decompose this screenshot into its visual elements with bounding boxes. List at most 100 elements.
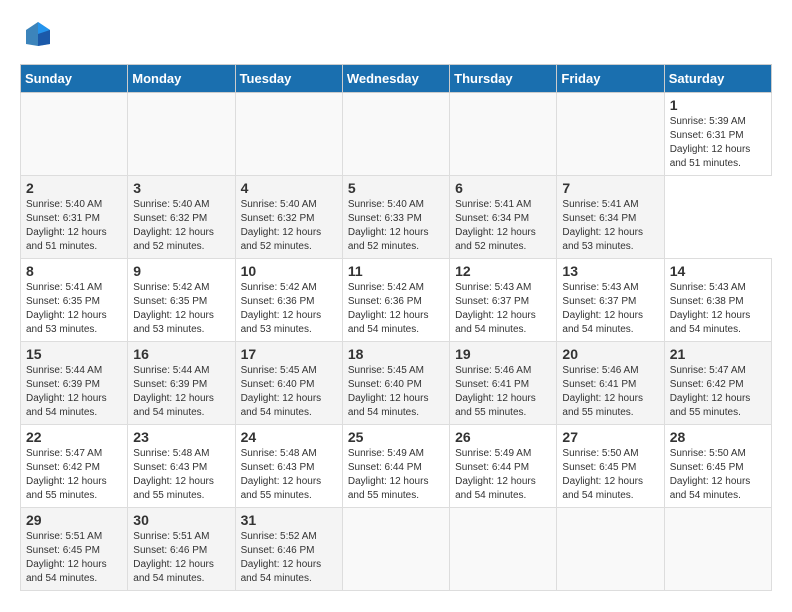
day-info: Sunrise: 5:40 AM Sunset: 6:32 PM Dayligh… bbox=[133, 198, 229, 254]
day-of-week-header: Saturday bbox=[664, 65, 771, 93]
calendar-day-empty bbox=[342, 508, 449, 591]
calendar-day-empty bbox=[235, 93, 342, 176]
day-number: 8 bbox=[26, 263, 122, 279]
day-info: Sunrise: 5:40 AM Sunset: 6:32 PM Dayligh… bbox=[241, 198, 337, 254]
day-info: Sunrise: 5:41 AM Sunset: 6:34 PM Dayligh… bbox=[562, 198, 658, 254]
calendar-day: 24Sunrise: 5:48 AM Sunset: 6:43 PM Dayli… bbox=[235, 425, 342, 508]
day-info: Sunrise: 5:49 AM Sunset: 6:44 PM Dayligh… bbox=[455, 447, 551, 503]
calendar-day: 1Sunrise: 5:39 AM Sunset: 6:31 PM Daylig… bbox=[664, 93, 771, 176]
day-of-week-header: Sunday bbox=[21, 65, 128, 93]
calendar-day-empty bbox=[128, 93, 235, 176]
day-number: 15 bbox=[26, 346, 122, 362]
day-number: 17 bbox=[241, 346, 337, 362]
day-number: 25 bbox=[348, 429, 444, 445]
day-info: Sunrise: 5:52 AM Sunset: 6:46 PM Dayligh… bbox=[241, 530, 337, 586]
day-number: 3 bbox=[133, 180, 229, 196]
calendar-day: 31 Sunrise: 5:52 AM Sunset: 6:46 PM Dayli… bbox=[235, 508, 342, 591]
day-number: 14 bbox=[670, 263, 766, 279]
calendar-week-row: 15 Sunrise: 5:44 AM Sunset: 6:39 PM Dayli… bbox=[21, 342, 772, 425]
day-of-week-header: Wednesday bbox=[342, 65, 449, 93]
calendar-day: 4 Sunrise: 5:40 AM Sunset: 6:32 PM Daylig… bbox=[235, 176, 342, 259]
calendar-day-empty bbox=[557, 93, 664, 176]
calendar-day: 17Sunrise: 5:45 AM Sunset: 6:40 PM Dayli… bbox=[235, 342, 342, 425]
calendar-day: 15Sunrise: 5:44 AM Sunset: 6:39 PM Dayli… bbox=[21, 342, 128, 425]
day-info: Sunrise: 5:50 AM Sunset: 6:45 PM Dayligh… bbox=[562, 447, 658, 503]
calendar-day-empty bbox=[450, 93, 557, 176]
day-info: Sunrise: 5:47 AM Sunset: 6:42 PM Dayligh… bbox=[26, 447, 122, 503]
day-number: 6 bbox=[455, 180, 551, 196]
days-of-week-row: SundayMondayTuesdayWednesdayThursdayFrid… bbox=[21, 65, 772, 93]
logo bbox=[20, 20, 52, 48]
day-number: 16 bbox=[133, 346, 229, 362]
calendar-day: 7 Sunrise: 5:41 AM Sunset: 6:34 PM Daylig… bbox=[557, 176, 664, 259]
calendar-day-empty bbox=[664, 508, 771, 591]
day-number: 22 bbox=[26, 429, 122, 445]
day-info: Sunrise: 5:40 AM Sunset: 6:31 PM Dayligh… bbox=[26, 198, 122, 254]
day-info: Sunrise: 5:48 AM Sunset: 6:43 PM Dayligh… bbox=[241, 447, 337, 503]
day-info: Sunrise: 5:43 AM Sunset: 6:37 PM Dayligh… bbox=[455, 281, 551, 337]
day-info: Sunrise: 5:42 AM Sunset: 6:36 PM Dayligh… bbox=[241, 281, 337, 337]
day-info: Sunrise: 5:44 AM Sunset: 6:39 PM Dayligh… bbox=[133, 364, 229, 420]
day-info: Sunrise: 5:43 AM Sunset: 6:37 PM Dayligh… bbox=[562, 281, 658, 337]
day-number: 28 bbox=[670, 429, 766, 445]
calendar-week-row: 2 Sunrise: 5:40 AM Sunset: 6:31 PM Daylig… bbox=[21, 176, 772, 259]
calendar-day: 27 Sunrise: 5:50 AM Sunset: 6:45 PM Dayli… bbox=[557, 425, 664, 508]
calendar-day: 12 Sunrise: 5:43 AM Sunset: 6:37 PM Dayli… bbox=[450, 259, 557, 342]
calendar-day-empty bbox=[557, 508, 664, 591]
day-number: 31 bbox=[241, 512, 337, 528]
day-number: 4 bbox=[241, 180, 337, 196]
day-number: 13 bbox=[562, 263, 658, 279]
day-info: Sunrise: 5:47 AM Sunset: 6:42 PM Dayligh… bbox=[670, 364, 766, 420]
day-number: 19 bbox=[455, 346, 551, 362]
day-number: 29 bbox=[26, 512, 122, 528]
calendar-body: 1Sunrise: 5:39 AM Sunset: 6:31 PM Daylig… bbox=[21, 93, 772, 591]
calendar-day-empty bbox=[21, 93, 128, 176]
day-number: 7 bbox=[562, 180, 658, 196]
calendar-day: 10 Sunrise: 5:42 AM Sunset: 6:36 PM Dayli… bbox=[235, 259, 342, 342]
calendar-week-row: 22 Sunrise: 5:47 AM Sunset: 6:42 PM Dayli… bbox=[21, 425, 772, 508]
calendar-day-empty bbox=[342, 93, 449, 176]
calendar-day: 9Sunrise: 5:42 AM Sunset: 6:35 PM Daylig… bbox=[128, 259, 235, 342]
calendar-day: 18Sunrise: 5:45 AM Sunset: 6:40 PM Dayli… bbox=[342, 342, 449, 425]
calendar-day: 3 Sunrise: 5:40 AM Sunset: 6:32 PM Daylig… bbox=[128, 176, 235, 259]
calendar-day: 16 Sunrise: 5:44 AM Sunset: 6:39 PM Dayli… bbox=[128, 342, 235, 425]
day-number: 12 bbox=[455, 263, 551, 279]
day-info: Sunrise: 5:41 AM Sunset: 6:34 PM Dayligh… bbox=[455, 198, 551, 254]
calendar-week-row: 1Sunrise: 5:39 AM Sunset: 6:31 PM Daylig… bbox=[21, 93, 772, 176]
calendar-day: 30Sunrise: 5:51 AM Sunset: 6:46 PM Dayli… bbox=[128, 508, 235, 591]
day-of-week-header: Monday bbox=[128, 65, 235, 93]
calendar-week-row: 8Sunrise: 5:41 AM Sunset: 6:35 PM Daylig… bbox=[21, 259, 772, 342]
calendar-day: 26Sunrise: 5:49 AM Sunset: 6:44 PM Dayli… bbox=[450, 425, 557, 508]
day-of-week-header: Tuesday bbox=[235, 65, 342, 93]
calendar-day: 8Sunrise: 5:41 AM Sunset: 6:35 PM Daylig… bbox=[21, 259, 128, 342]
calendar-day: 6 Sunrise: 5:41 AM Sunset: 6:34 PM Daylig… bbox=[450, 176, 557, 259]
day-info: Sunrise: 5:42 AM Sunset: 6:36 PM Dayligh… bbox=[348, 281, 444, 337]
day-info: Sunrise: 5:48 AM Sunset: 6:43 PM Dayligh… bbox=[133, 447, 229, 503]
day-of-week-header: Thursday bbox=[450, 65, 557, 93]
day-number: 27 bbox=[562, 429, 658, 445]
calendar-day: 22 Sunrise: 5:47 AM Sunset: 6:42 PM Dayli… bbox=[21, 425, 128, 508]
calendar-day: 20Sunrise: 5:46 AM Sunset: 6:41 PM Dayli… bbox=[557, 342, 664, 425]
day-info: Sunrise: 5:42 AM Sunset: 6:35 PM Dayligh… bbox=[133, 281, 229, 337]
calendar-day: 19 Sunrise: 5:46 AM Sunset: 6:41 PM Dayli… bbox=[450, 342, 557, 425]
calendar-day: 11 Sunrise: 5:42 AM Sunset: 6:36 PM Dayli… bbox=[342, 259, 449, 342]
day-number: 11 bbox=[348, 263, 444, 279]
day-info: Sunrise: 5:46 AM Sunset: 6:41 PM Dayligh… bbox=[455, 364, 551, 420]
calendar-header: SundayMondayTuesdayWednesdayThursdayFrid… bbox=[21, 65, 772, 93]
calendar-day: 23 Sunrise: 5:48 AM Sunset: 6:43 PM Dayli… bbox=[128, 425, 235, 508]
page-header bbox=[20, 20, 772, 48]
calendar-day: 5 Sunrise: 5:40 AM Sunset: 6:33 PM Daylig… bbox=[342, 176, 449, 259]
day-number: 30 bbox=[133, 512, 229, 528]
day-number: 10 bbox=[241, 263, 337, 279]
calendar-day: 28Sunrise: 5:50 AM Sunset: 6:45 PM Dayli… bbox=[664, 425, 771, 508]
calendar-day-empty bbox=[450, 508, 557, 591]
day-number: 21 bbox=[670, 346, 766, 362]
day-info: Sunrise: 5:45 AM Sunset: 6:40 PM Dayligh… bbox=[348, 364, 444, 420]
logo-icon bbox=[24, 20, 52, 48]
calendar-table: SundayMondayTuesdayWednesdayThursdayFrid… bbox=[20, 64, 772, 591]
day-number: 5 bbox=[348, 180, 444, 196]
calendar-day: 25Sunrise: 5:49 AM Sunset: 6:44 PM Dayli… bbox=[342, 425, 449, 508]
day-number: 2 bbox=[26, 180, 122, 196]
day-number: 23 bbox=[133, 429, 229, 445]
day-info: Sunrise: 5:40 AM Sunset: 6:33 PM Dayligh… bbox=[348, 198, 444, 254]
